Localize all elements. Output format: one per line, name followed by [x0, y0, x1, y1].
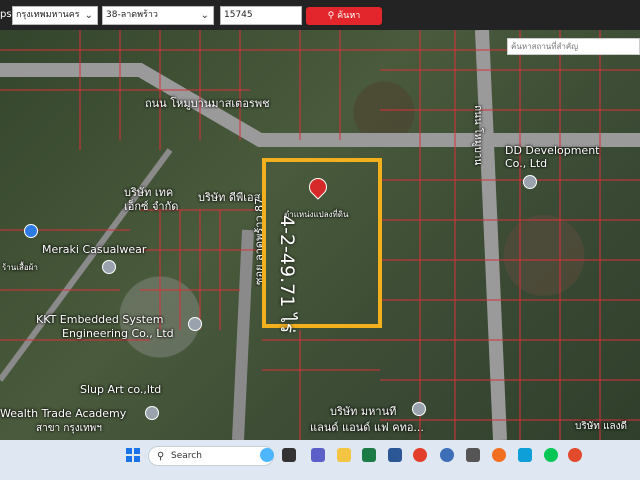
place-label: Co., Ltd	[505, 157, 548, 170]
calculator-icon[interactable]	[466, 448, 480, 462]
search-icon: ⚲	[327, 11, 335, 21]
place-label: เอ็กซ์ จำกัด	[124, 200, 179, 213]
word-icon[interactable]	[388, 448, 402, 462]
folder-icon[interactable]	[337, 448, 351, 462]
road-label-vertical: ถนน โหมูบาน	[472, 105, 483, 166]
place-label: Meraki Casualwear	[42, 243, 147, 256]
teams-icon[interactable]	[311, 448, 325, 462]
province-select[interactable]: กรุงเทพมหานคร ⌄	[12, 6, 98, 25]
place-label: KKT Embedded System	[36, 313, 164, 326]
place-label: Wealth Trade Academy	[0, 407, 127, 420]
top-toolbar: ps กรุงเทพมหานคร ⌄ 38-ลาดพร้าว ⌄ 15745 ⚲ ค…	[0, 0, 640, 30]
place-label: แลนด์ แอนด์ แฟ คทอ...	[310, 421, 424, 434]
settings-icon[interactable]	[440, 448, 454, 462]
brand-label: ps	[0, 9, 12, 20]
excel-icon[interactable]	[362, 448, 376, 462]
poi-icon[interactable]	[145, 406, 159, 420]
search-button[interactable]: ⚲ ค้นหา	[306, 7, 382, 25]
poi-icon[interactable]	[523, 175, 537, 189]
taskbar-search[interactable]: ⚲ Search	[148, 446, 274, 466]
shop-poi-icon[interactable]	[24, 224, 38, 238]
copilot-icon[interactable]	[260, 448, 274, 462]
road-label: ถนน โหมูบานมาสเตอรพช	[145, 97, 270, 110]
place-search-input[interactable]: ค้นหาสถานที่สำคัญ	[507, 38, 640, 55]
chevron-down-icon: ⌄	[200, 10, 209, 21]
place-label: บริษัท แลงดี	[575, 421, 628, 432]
record-icon[interactable]	[568, 448, 582, 462]
poi-icon[interactable]	[102, 260, 116, 274]
line-icon[interactable]	[544, 448, 558, 462]
file-explorer-icon[interactable]	[282, 448, 296, 462]
chevron-down-icon: ⌄	[84, 10, 93, 21]
place-label: สาขา กรุงเทพฯ	[36, 423, 102, 434]
satellite-map[interactable]: ค้นหาสถานที่สำคัญ ถนน โหมูบานมาสเตอรพช ถ…	[0, 30, 640, 440]
search-icon: ⚲	[157, 451, 165, 462]
place-label: Engineering Co., Ltd	[62, 327, 174, 340]
windows-start-icon[interactable]	[126, 448, 140, 462]
parcel-number-input[interactable]: 15745	[220, 6, 302, 25]
poi-icon[interactable]	[412, 402, 426, 416]
district-select[interactable]: 38-ลาดพร้าว ⌄	[102, 6, 214, 25]
chrome-icon[interactable]	[413, 448, 427, 462]
parcel-area-label: 4-2-49.71 ไร่	[276, 215, 298, 334]
place-label: DD Development	[505, 144, 600, 157]
place-label: Slup Art co.,ltd	[80, 383, 162, 396]
edge-icon[interactable]	[518, 448, 532, 462]
place-label: ร้านเสื้อผ้า	[2, 263, 38, 272]
poi-icon[interactable]	[188, 317, 202, 331]
firefox-icon[interactable]	[492, 448, 506, 462]
